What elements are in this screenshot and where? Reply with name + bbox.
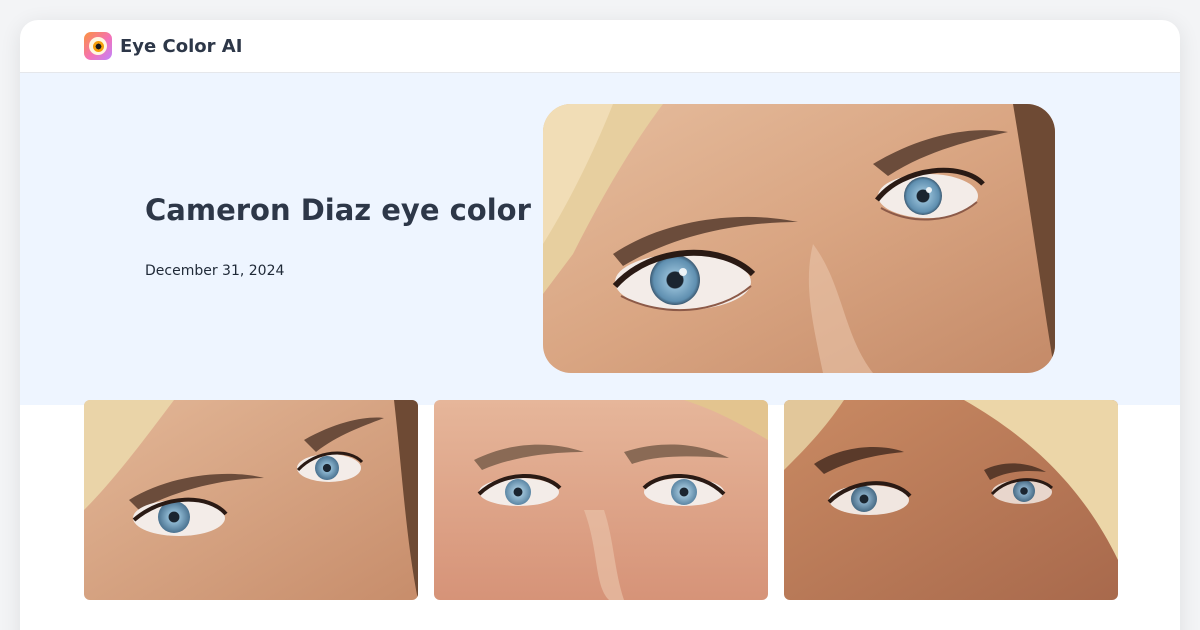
publish-date: December 31, 2024 <box>145 263 285 279</box>
brand-link[interactable]: Eye Color AI <box>84 32 242 60</box>
brand-name: Eye Color AI <box>120 35 243 57</box>
site-header: Eye Color AI <box>20 20 1180 73</box>
eye-icon <box>84 32 112 60</box>
page-card: Eye Color AI Cameron Diaz eye color Dece… <box>20 20 1180 630</box>
page-title: Cameron Diaz eye color <box>145 193 531 227</box>
eyes-photo-1[interactable] <box>84 400 418 600</box>
eyes-photo-2[interactable] <box>434 400 768 600</box>
eyes-photo-3[interactable] <box>784 400 1118 600</box>
hero-section: Cameron Diaz eye color December 31, 2024 <box>20 73 1180 405</box>
hero-eyes-photo <box>543 104 1055 373</box>
photo-gallery <box>84 400 1118 600</box>
